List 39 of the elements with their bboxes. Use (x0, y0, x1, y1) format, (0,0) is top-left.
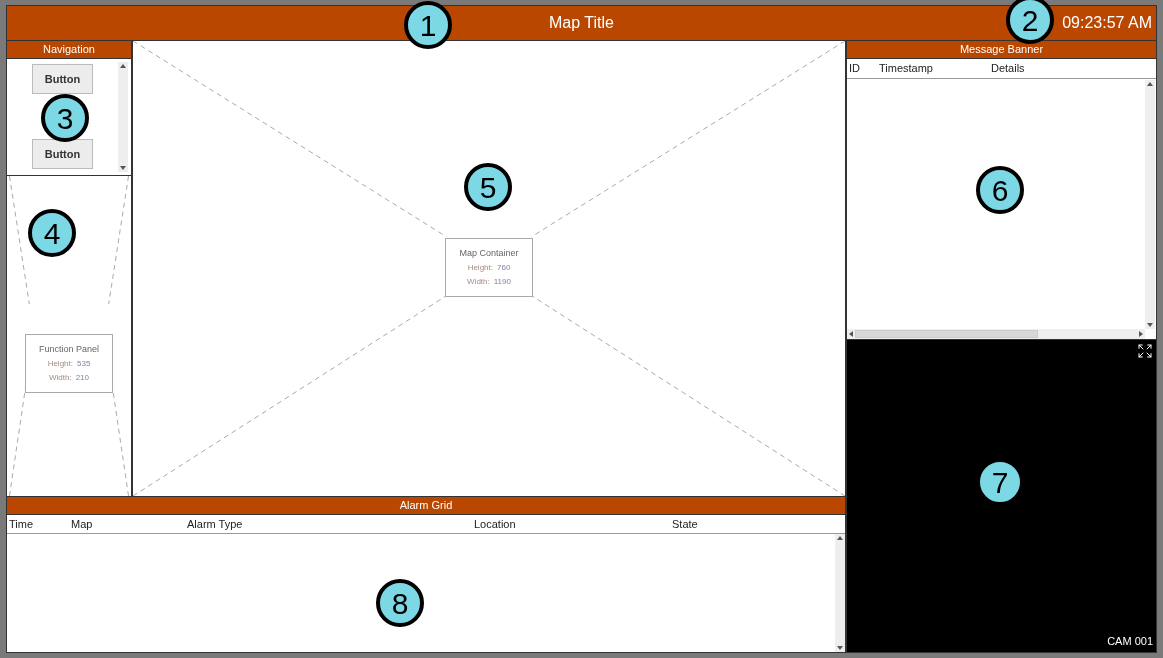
panel-title: Navigation (43, 42, 95, 58)
width-value: 210 (75, 372, 89, 385)
scroll-down-icon[interactable] (837, 646, 843, 650)
scrollbar[interactable] (1145, 80, 1155, 329)
scroll-up-icon[interactable] (1147, 82, 1153, 86)
column-header[interactable]: ID (847, 60, 877, 77)
nav-button[interactable]: Button (32, 139, 93, 169)
scroll-left-icon[interactable] (849, 331, 853, 337)
column-header[interactable]: Details (989, 60, 1089, 77)
column-header[interactable]: Time (7, 515, 69, 533)
scroll-down-icon[interactable] (1147, 323, 1153, 327)
nav-button[interactable]: Button (32, 64, 93, 94)
column-header[interactable]: Alarm Type (185, 515, 472, 533)
scroll-up-icon[interactable] (837, 536, 843, 540)
expand-icon[interactable] (1137, 343, 1153, 359)
camera-label: CAM 001 (1107, 633, 1153, 649)
scroll-down-icon[interactable] (120, 166, 126, 170)
width-label: Width: (467, 276, 490, 289)
horizontal-scrollbar[interactable] (847, 329, 1145, 339)
height-value: 535 (77, 358, 91, 371)
clock: 09:23:57 AM (1062, 13, 1152, 33)
scrollbar[interactable] (835, 534, 845, 652)
column-header[interactable]: Map (69, 515, 185, 533)
column-header[interactable]: Location (472, 515, 670, 533)
panel-title: Message Banner (959, 42, 1044, 58)
width-label: Width: (49, 372, 72, 385)
placeholder-title: Map Container (459, 246, 519, 260)
column-header[interactable]: State (670, 515, 770, 533)
scroll-up-icon[interactable] (120, 64, 126, 68)
width-value: 1190 (493, 276, 511, 289)
panel-title: Alarm Grid (399, 498, 453, 514)
scrollbar[interactable] (118, 62, 128, 172)
map-title: Map Title (549, 13, 614, 33)
column-header[interactable]: Timestamp (877, 60, 989, 77)
height-value: 760 (497, 262, 511, 275)
placeholder-title: Function Panel (38, 342, 99, 356)
height-label: Height: (467, 262, 493, 275)
scroll-right-icon[interactable] (1139, 331, 1143, 337)
height-label: Height: (47, 358, 73, 371)
